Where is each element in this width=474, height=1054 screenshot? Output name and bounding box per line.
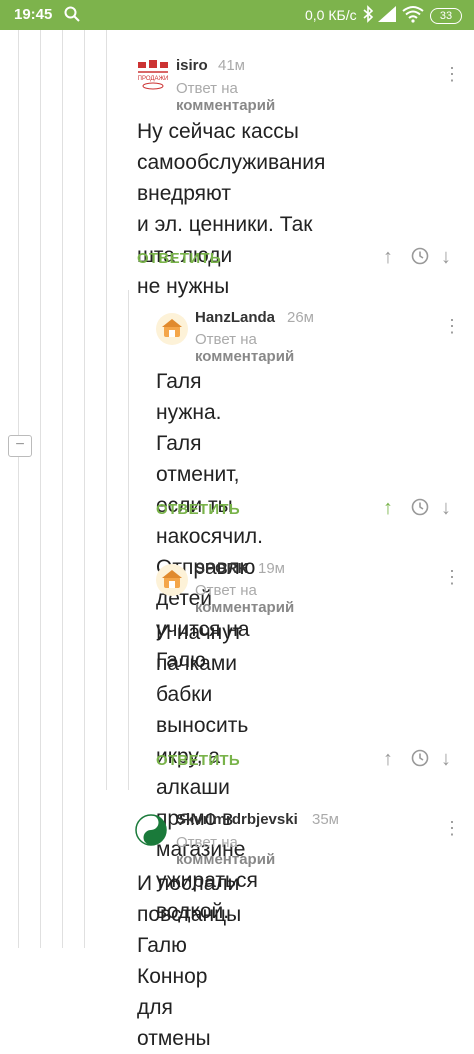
clock-icon[interactable] [411, 749, 429, 773]
avatar: ПРОДАЖИ [136, 58, 170, 92]
clock-icon[interactable] [411, 498, 429, 522]
reply-prefix: Ответ на [176, 834, 238, 851]
more-options-icon[interactable]: ⋮ [443, 316, 461, 337]
thread-line [40, 30, 41, 948]
avatar [155, 563, 189, 597]
net-speed: 0,0 КБ/с [305, 7, 357, 23]
comment-author[interactable]: isiro [176, 57, 208, 74]
avatar [155, 312, 189, 346]
reply-button[interactable]: ОТВЕТИТЬ [156, 752, 240, 769]
clock-icon[interactable] [411, 247, 429, 271]
battery-indicator: 33 [430, 8, 462, 24]
more-options-icon[interactable]: ⋮ [443, 818, 461, 839]
thread-line [18, 30, 19, 948]
reply-target-link[interactable]: комментарий [195, 348, 294, 365]
downvote-icon[interactable]: ↓ [441, 246, 451, 269]
upvote-icon[interactable]: ↑ [383, 246, 393, 269]
comment-time: 35м [312, 811, 339, 828]
comment-time: 26м [287, 309, 314, 326]
more-options-icon[interactable]: ⋮ [443, 567, 461, 588]
bluetooth-icon [362, 5, 374, 27]
reply-meta: Ответ на комментарий [195, 582, 294, 616]
reply-target-link[interactable]: комментарий [176, 851, 275, 868]
thread-line [84, 30, 85, 948]
upvote-icon[interactable]: ↑ [383, 748, 393, 771]
status-time: 19:45 [14, 6, 53, 23]
comment-author[interactable]: SPORK [195, 560, 248, 577]
search-icon [64, 6, 80, 26]
reply-prefix: Ответ на [195, 582, 257, 599]
reply-button[interactable]: ОТВЕТИТЬ [137, 250, 221, 267]
reply-meta: Ответ на комментарий [176, 834, 275, 868]
signal-icon [378, 6, 398, 26]
collapse-thread-button[interactable]: − [8, 435, 32, 457]
thread-line [106, 30, 107, 790]
reply-button[interactable]: ОТВЕТИТЬ [156, 501, 240, 518]
upvote-icon[interactable]: ↑ [383, 497, 393, 520]
reply-prefix: Ответ на [176, 80, 238, 97]
comment-author[interactable]: HanzLanda [195, 309, 275, 326]
comment-text: Ну сейчас кассы самообслуживания внедряю… [137, 120, 326, 298]
comment-author[interactable]: Skvrlmrdrbjevski [176, 811, 298, 828]
comment-text: И послали повстанцы Галю Коннор для отме… [137, 872, 242, 1050]
thread-line [128, 290, 129, 790]
downvote-icon[interactable]: ↓ [441, 748, 451, 771]
reply-target-link[interactable]: комментарий [176, 97, 275, 114]
avatar-logo-text: ПРОДАЖИ [138, 76, 169, 82]
downvote-icon[interactable]: ↓ [441, 497, 451, 520]
reply-meta: Ответ на комментарий [195, 331, 294, 365]
avatar [135, 814, 169, 848]
reply-prefix: Ответ на [195, 331, 257, 348]
wifi-icon [402, 5, 424, 27]
thread-line [62, 30, 63, 948]
comment-time: 19м [258, 560, 285, 577]
reply-meta: Ответ на комментарий [176, 80, 275, 114]
status-bar: 19:45 0,0 КБ/с 33 [0, 0, 474, 30]
more-options-icon[interactable]: ⋮ [443, 64, 461, 85]
comment-time: 41м [218, 57, 245, 74]
reply-target-link[interactable]: комментарий [195, 599, 294, 616]
